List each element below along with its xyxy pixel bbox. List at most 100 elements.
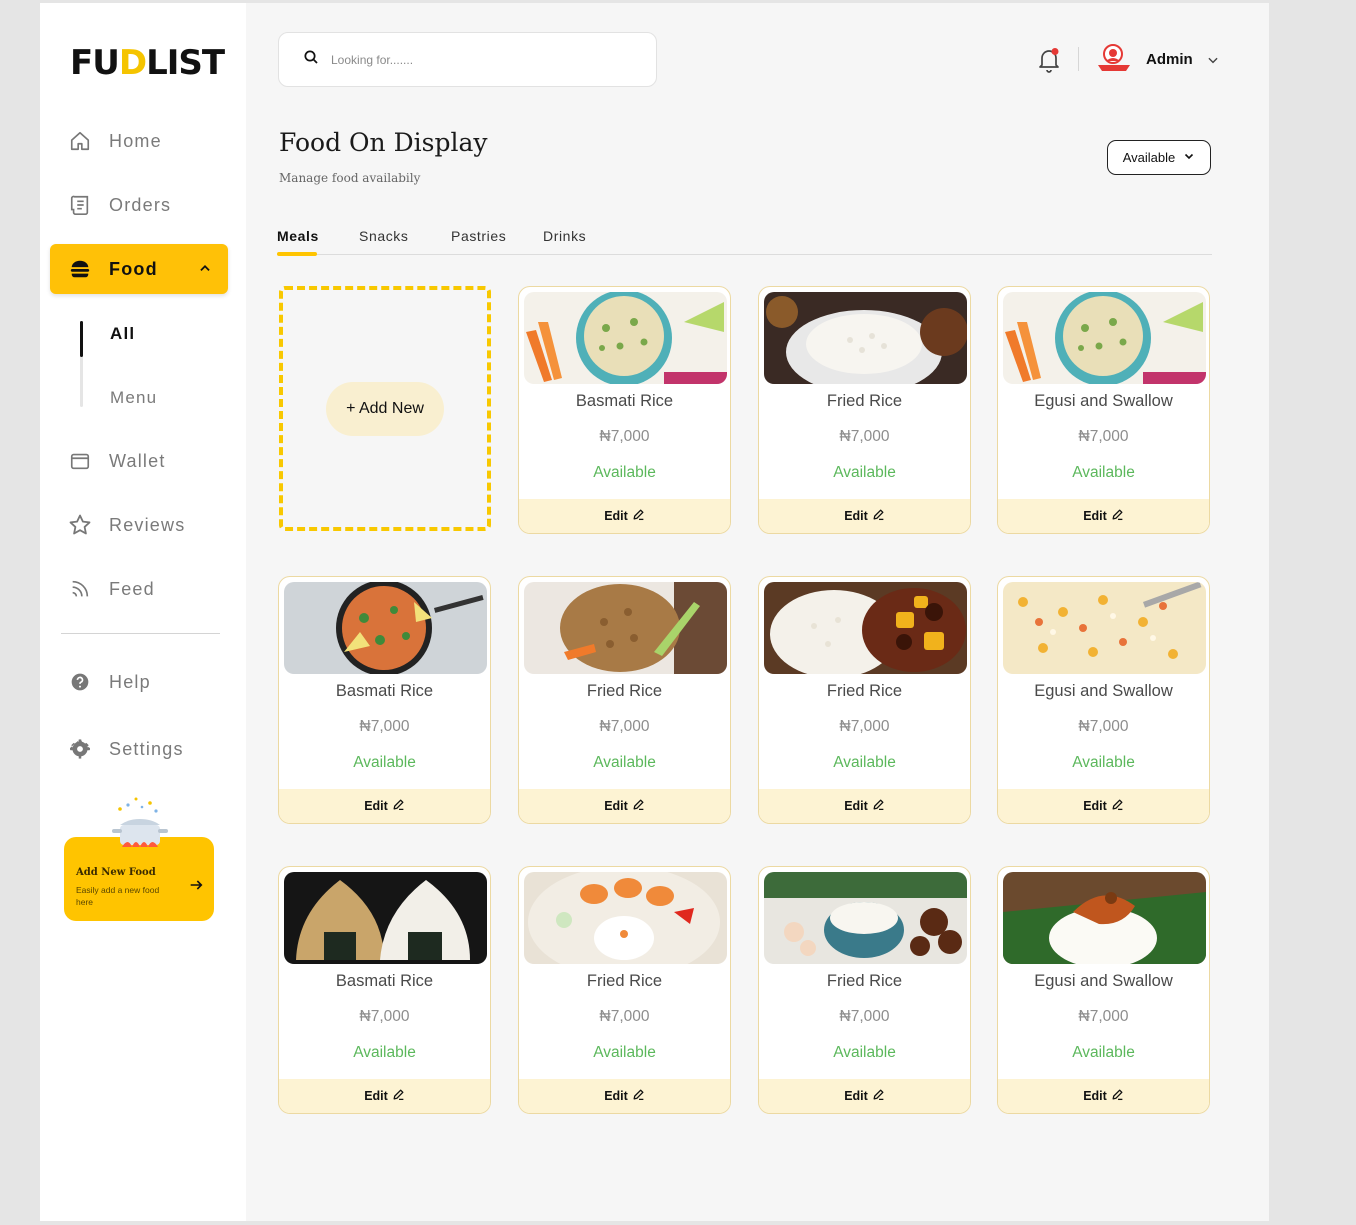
- food-card[interactable]: Fried Rice ₦7,000 Available Edit: [758, 286, 971, 534]
- edit-button[interactable]: Edit: [279, 1079, 490, 1113]
- edit-label: Edit: [1083, 509, 1107, 523]
- food-name: Fried Rice: [826, 972, 903, 990]
- food-price: ₦7,000: [839, 428, 890, 445]
- food-image: [764, 582, 967, 674]
- availability-status: Available: [353, 1044, 416, 1061]
- sidebar-item-label: Feed: [109, 578, 155, 599]
- search-bar[interactable]: [278, 32, 657, 87]
- sidebar-item-label: Wallet: [109, 450, 166, 471]
- sidebar-item-settings[interactable]: Settings: [50, 724, 228, 774]
- page-subtitle: Manage food availabily: [279, 171, 421, 185]
- add-new-button[interactable]: + Add New: [326, 381, 444, 436]
- edit-label: Edit: [1083, 1089, 1107, 1103]
- availability-status: Available: [833, 754, 896, 771]
- food-card[interactable]: Egusi and Swallow ₦7,000 Available Edit: [997, 286, 1210, 534]
- availability-status: Available: [1072, 754, 1135, 771]
- edit-label: Edit: [364, 799, 388, 813]
- edit-button[interactable]: Edit: [279, 789, 490, 823]
- food-image: [524, 582, 727, 674]
- sidebar-item-reviews[interactable]: Reviews: [50, 500, 228, 550]
- food-name: Fried Rice: [826, 682, 903, 700]
- edit-button[interactable]: Edit: [759, 499, 970, 533]
- tab-pastries[interactable]: Pastries: [451, 228, 506, 244]
- edit-label: Edit: [604, 509, 628, 523]
- food-card[interactable]: Basmati Rice ₦7,000 Available Edit: [518, 286, 731, 534]
- food-card[interactable]: Fried Rice ₦7,000 Available Edit: [758, 866, 971, 1114]
- edit-button[interactable]: Edit: [519, 499, 730, 533]
- sidebar-item-label: Food: [109, 258, 158, 279]
- availability-status: Available: [833, 464, 896, 481]
- food-price: ₦7,000: [839, 718, 890, 735]
- sidebar-item-help[interactable]: Help: [50, 657, 228, 707]
- pencil-icon: [1111, 1088, 1124, 1104]
- sidebar-item-label: Settings: [109, 738, 184, 759]
- food-image: [284, 582, 487, 674]
- food-name: Fried Rice: [826, 392, 903, 410]
- food-price: ₦7,000: [599, 1008, 650, 1025]
- chevron-down-icon[interactable]: [1206, 53, 1220, 72]
- edit-label: Edit: [844, 509, 868, 523]
- edit-button[interactable]: Edit: [998, 789, 1209, 823]
- pencil-icon: [632, 1088, 645, 1104]
- gear-icon: [68, 737, 92, 761]
- sidebar-item-label: Help: [109, 671, 151, 692]
- sidebar-item-label: Reviews: [109, 514, 186, 535]
- active-tab-indicator: [277, 252, 317, 256]
- pencil-icon: [1111, 798, 1124, 814]
- sidebar-subitem-menu[interactable]: Menu: [110, 388, 157, 408]
- food-image: [1003, 582, 1206, 674]
- food-image: [524, 872, 727, 964]
- pencil-icon: [632, 798, 645, 814]
- pencil-icon: [872, 508, 885, 524]
- brand-logo[interactable]: FUDLIST: [70, 43, 225, 83]
- availability-status: Available: [593, 464, 656, 481]
- food-card[interactable]: Egusi and Swallow ₦7,000 Available Edit: [997, 866, 1210, 1114]
- admin-avatar[interactable]: [1096, 43, 1132, 78]
- food-price: ₦7,000: [359, 718, 410, 735]
- food-name: Fried Rice: [586, 972, 663, 990]
- edit-button[interactable]: Edit: [759, 789, 970, 823]
- tab-drinks[interactable]: Drinks: [543, 228, 586, 244]
- food-card[interactable]: Fried Rice ₦7,000 Available Edit: [518, 576, 731, 824]
- food-card[interactable]: Fried Rice ₦7,000 Available Edit: [758, 576, 971, 824]
- sidebar-item-food[interactable]: Food: [50, 244, 228, 294]
- pencil-icon: [1111, 508, 1124, 524]
- edit-button[interactable]: Edit: [519, 1079, 730, 1113]
- edit-label: Edit: [604, 799, 628, 813]
- food-card[interactable]: Egusi and Swallow ₦7,000 Available Edit: [997, 576, 1210, 824]
- sidebar-item-wallet[interactable]: Wallet: [50, 436, 228, 486]
- sidebar-item-label: Home: [109, 130, 162, 151]
- burger-icon: [68, 257, 92, 281]
- topbar-divider: [1078, 47, 1079, 71]
- food-price: ₦7,000: [1078, 428, 1129, 445]
- food-card[interactable]: Basmati Rice ₦7,000 Available Edit: [278, 576, 491, 824]
- edit-button[interactable]: Edit: [519, 789, 730, 823]
- search-input[interactable]: [331, 52, 631, 67]
- tab-meals[interactable]: Meals: [277, 228, 319, 244]
- availability-filter-dropdown[interactable]: Available: [1107, 140, 1211, 175]
- sidebar-item-home[interactable]: Home: [50, 116, 228, 166]
- chevron-up-icon[interactable]: [198, 261, 212, 280]
- pencil-icon: [632, 508, 645, 524]
- sidebar-subitem-all[interactable]: All: [110, 324, 135, 344]
- food-name: Egusi and Swallow: [1034, 972, 1173, 990]
- food-image: [524, 292, 727, 384]
- food-card[interactable]: Basmati Rice ₦7,000 Available Edit: [278, 866, 491, 1114]
- food-card[interactable]: Fried Rice ₦7,000 Available Edit: [518, 866, 731, 1114]
- food-name: Egusi and Swallow: [1034, 392, 1173, 410]
- edit-label: Edit: [844, 799, 868, 813]
- sidebar-divider: [61, 633, 220, 634]
- rss-feed-icon: [68, 577, 92, 601]
- sidebar-item-feed[interactable]: Feed: [50, 564, 228, 614]
- tabs-underline: [277, 254, 1212, 255]
- sidebar-item-orders[interactable]: Orders: [50, 180, 228, 230]
- edit-button[interactable]: Edit: [998, 499, 1209, 533]
- edit-button[interactable]: Edit: [998, 1079, 1209, 1113]
- admin-name[interactable]: Admin: [1146, 51, 1193, 68]
- edit-button[interactable]: Edit: [759, 1079, 970, 1113]
- tab-snacks[interactable]: Snacks: [359, 228, 409, 244]
- notification-bell-icon[interactable]: [1037, 47, 1061, 78]
- add-new-food-tile[interactable]: + Add New: [279, 286, 491, 531]
- home-icon: [68, 129, 92, 153]
- food-image: [1003, 872, 1206, 964]
